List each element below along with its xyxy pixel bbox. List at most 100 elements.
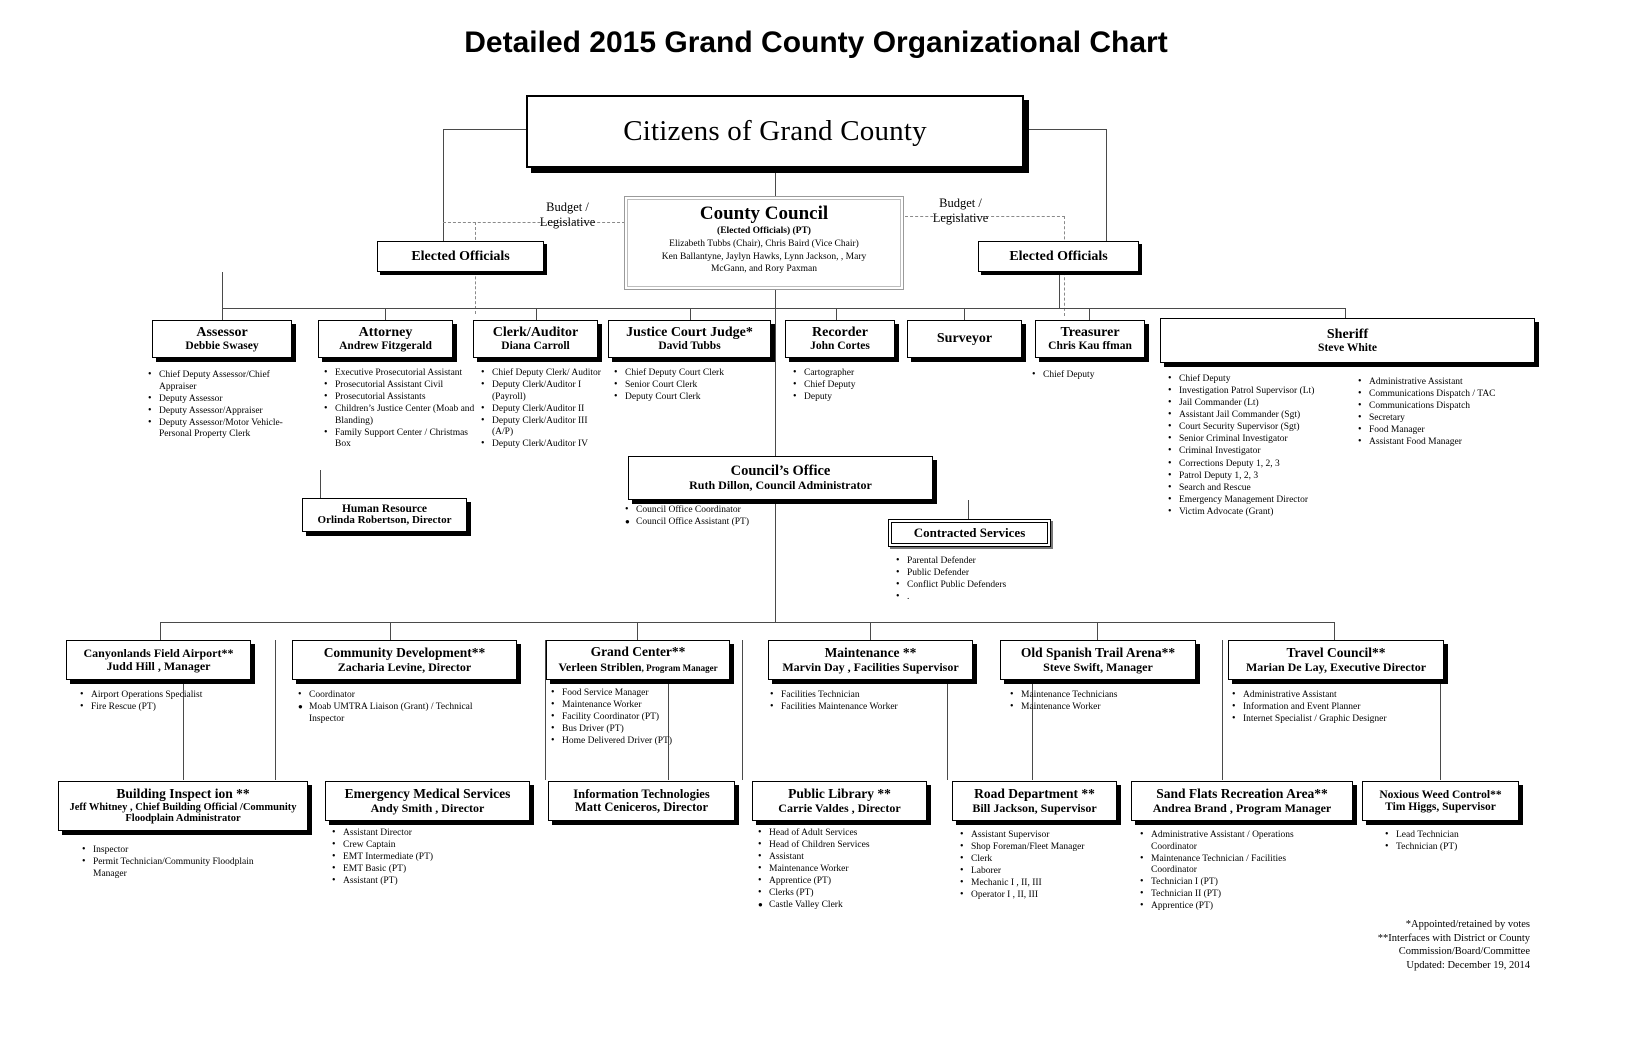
list-item: Search and Rescue (1168, 482, 1353, 495)
sand-flats-reports: Administrative Assistant / Operations Co… (1140, 829, 1325, 914)
sand-flats-recreation-area-box[interactable]: Sand Flats Recreation Area** Andrea Bran… (1131, 781, 1353, 821)
list-item: Operator I , II, III (960, 889, 1135, 902)
list-item: Crew Captain (332, 839, 517, 852)
it-person: Matt Ceniceros, Director (574, 800, 709, 814)
noxious-weed-person: Tim Higgs, Supervisor (1385, 801, 1496, 813)
connector (222, 308, 223, 320)
justice-court-judge-title: Justice Court Judge* (626, 325, 753, 341)
list-item: Family Support Center / Christmas Box (324, 427, 479, 451)
contracted-services-reports: Parental Defender Public Defender Confli… (896, 555, 1071, 604)
connector (160, 622, 161, 640)
justice-court-judge-box[interactable]: Justice Court Judge* David Tubbs (608, 320, 771, 358)
grand-center-box[interactable]: Grand Center** Verleen Striblen, Program… (546, 640, 730, 680)
list-item: Home Delivered Driver (PT) (551, 735, 736, 748)
councils-office-title: Council’s Office (730, 462, 831, 479)
councils-office-box[interactable]: Council’s Office Ruth Dillon, Council Ad… (628, 456, 933, 500)
connector (385, 308, 386, 320)
list-item: Clerks (PT) (758, 887, 943, 900)
list-item: Head of Children Services (758, 839, 943, 852)
elected-officials-right-box[interactable]: Elected Officials (978, 241, 1139, 272)
list-item: Chief Deputy (793, 379, 903, 392)
citizens-box[interactable]: Citizens of Grand County (526, 95, 1024, 168)
list-item: Assistant (PT) (332, 875, 517, 888)
assessor-box[interactable]: Assessor Debbie Swasey (152, 320, 292, 358)
public-library-box[interactable]: Public Library ** Carrie Valdes , Direct… (752, 781, 927, 821)
list-item: Bus Driver (PT) (551, 723, 736, 736)
list-item: Mechanic I , II, III (960, 877, 1135, 890)
elected-officials-left-box[interactable]: Elected Officials (377, 241, 544, 272)
list-item: Deputy Assessor/Motor Vehicle-Personal P… (148, 417, 304, 441)
travel-council-person: Marian De Lay, Executive Director (1245, 659, 1427, 674)
list-item: EMT Intermediate (PT) (332, 851, 517, 864)
list-item: Information and Event Planner (1232, 701, 1442, 714)
elected-officials-right-label: Elected Officials (1009, 248, 1108, 264)
list-item: Assistant Jail Commander (Sgt) (1168, 409, 1353, 422)
council-members-line-2: Ken Ballantyne, Jaylyn Hawks, Lynn Jacks… (661, 251, 867, 262)
list-item: Communications Dispatch (1358, 400, 1538, 413)
grand-center-person: Verleen Striblen (558, 659, 642, 674)
surveyor-box[interactable]: Surveyor (907, 320, 1022, 358)
ems-reports: Assistant Director Crew Captain EMT Inte… (332, 827, 517, 888)
assessor-reports: Chief Deputy Assessor/Chief Appraiser De… (148, 369, 304, 441)
connector (742, 640, 743, 780)
list-item: Conflict Public Defenders (896, 579, 1071, 592)
connector (637, 622, 638, 640)
connector (443, 129, 444, 244)
old-spanish-trail-arena-box[interactable]: Old Spanish Trail Arena** Steve Swift, M… (1000, 640, 1196, 680)
budget-legislative-right-label: Budget / Legislative (932, 196, 989, 225)
road-department-box[interactable]: Road Department ** Bill Jackson, Supervi… (952, 781, 1117, 821)
noxious-weed-control-box[interactable]: Noxious Weed Control** Tim Higgs, Superv… (1362, 781, 1519, 821)
list-item: Facilities Technician (770, 689, 965, 702)
emergency-medical-services-box[interactable]: Emergency Medical Services Andy Smith , … (325, 781, 530, 821)
connector (775, 168, 776, 196)
list-item: Chief Deputy (1032, 369, 1142, 382)
list-item: Airport Operations Specialist (80, 689, 230, 702)
county-council-box[interactable]: County Council (Elected Officials) (PT) … (624, 196, 904, 290)
treasurer-person: Chris Kau ffman (1048, 340, 1132, 353)
list-item: Cartographer (793, 367, 903, 380)
footnote-line-1: *Appointed/retained by votes (1405, 919, 1530, 930)
connector (870, 622, 871, 640)
list-item: Council Office Coordinator (625, 504, 785, 517)
human-resource-box[interactable]: Human Resource Orlinda Robertson, Direct… (302, 498, 467, 532)
connector (690, 308, 691, 320)
clerk-auditor-box[interactable]: Clerk/Auditor Diana Carroll (473, 320, 598, 358)
list-item: Inspector (82, 844, 257, 857)
attorney-box[interactable]: Attorney Andrew Fitzgerald (318, 320, 453, 358)
treasurer-box[interactable]: Treasurer Chris Kau ffman (1035, 320, 1145, 358)
sheriff-box[interactable]: Sheriff Steve White (1160, 318, 1535, 363)
travel-council-box[interactable]: Travel Council** Marian De Lay, Executiv… (1228, 640, 1444, 680)
connector (222, 272, 223, 309)
building-inspection-box[interactable]: Building Inspect ion ** Jeff Whitney , C… (58, 781, 308, 831)
recorder-box[interactable]: Recorder John Cortes (785, 320, 895, 358)
community-development-reports: Coordinator Moab UMTRA Liaison (Grant) /… (298, 689, 488, 726)
attorney-reports: Executive Prosecutorial Assistant Prosec… (324, 367, 479, 452)
connector (1097, 622, 1098, 640)
connector (1334, 622, 1335, 640)
connector-bus-departments (160, 622, 1335, 623)
canyonlands-airport-box[interactable]: Canyonlands Field Airport** Judd Hill , … (66, 640, 251, 680)
ems-person: Andy Smith , Director (370, 800, 485, 815)
budget-legislative-left-label: Budget / Legislative (539, 200, 596, 229)
connector (1106, 129, 1107, 244)
list-item: Council Office Assistant (PT) (625, 517, 785, 529)
list-item: Facility Coordinator (PT) (551, 711, 736, 724)
list-item: Deputy Clerk/Auditor IV (481, 439, 601, 451)
information-technologies-box[interactable]: Information Technologies Matt Ceniceros,… (548, 781, 735, 821)
contracted-services-title: Contracted Services (913, 525, 1026, 540)
community-development-box[interactable]: Community Development** Zacharia Levine,… (292, 640, 517, 680)
connector (1089, 308, 1090, 320)
public-library-person: Carrie Valdes , Director (778, 800, 901, 815)
list-item: Deputy Clerk/Auditor I (Payroll) (481, 379, 601, 403)
building-inspection-reports: Inspector Permit Technician/Community Fl… (82, 844, 257, 881)
list-item: Maintenance Worker (551, 699, 736, 712)
clerk-auditor-person: Diana Carroll (501, 340, 570, 353)
list-item: Administrative Assistant (1232, 689, 1442, 702)
noxious-weed-reports: Lead Technician Technician (PT) (1385, 829, 1525, 854)
list-item: Apprentice (PT) (1140, 901, 1325, 913)
maintenance-box[interactable]: Maintenance ** Marvin Day , Facilities S… (768, 640, 973, 680)
travel-council-title: Travel Council** (1286, 645, 1386, 661)
contracted-services-box[interactable]: Contracted Services (888, 519, 1051, 547)
community-development-title: Community Development** (323, 645, 486, 661)
connector (964, 308, 965, 320)
